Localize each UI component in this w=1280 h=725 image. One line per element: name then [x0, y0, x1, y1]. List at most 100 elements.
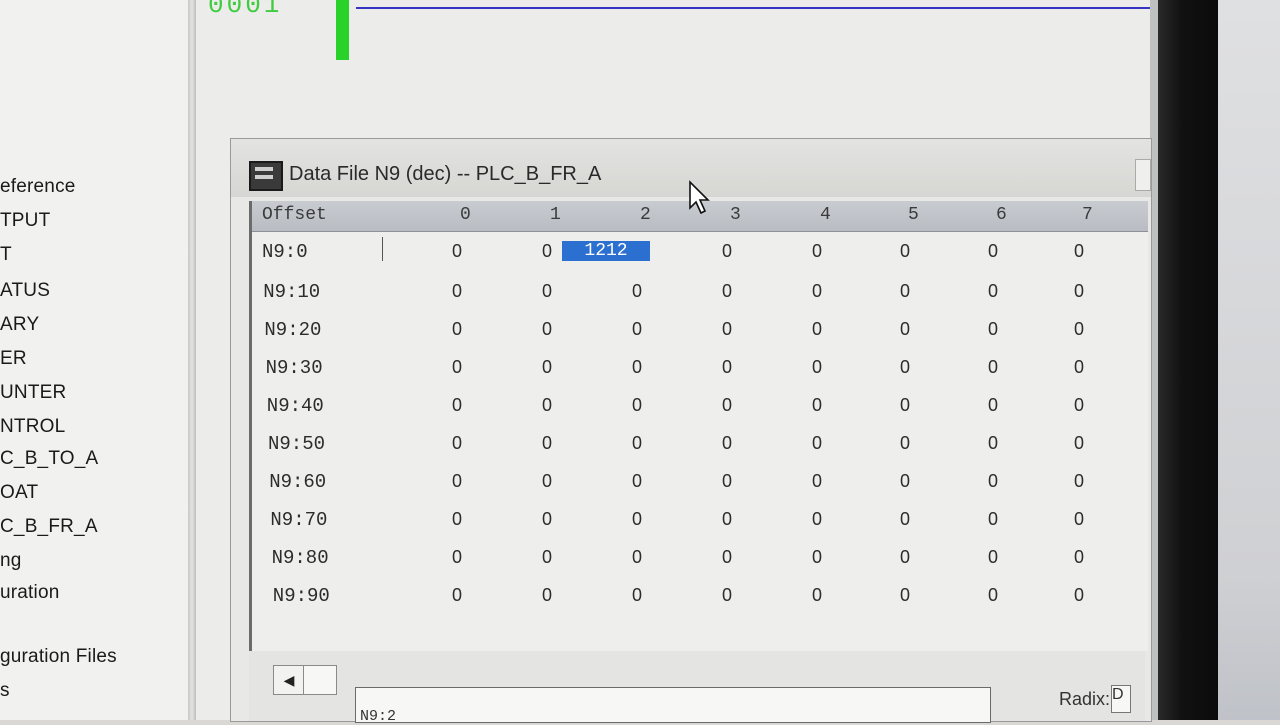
tree-item[interactable]: eference [0, 176, 76, 198]
data-cell[interactable]: 0 [752, 357, 822, 378]
data-cell[interactable]: 0 [1014, 357, 1084, 378]
tree-item[interactable]: OAT [0, 482, 38, 504]
data-cell[interactable]: 0 [482, 585, 552, 606]
data-cell[interactable]: 0 [482, 281, 552, 302]
data-cell[interactable]: 0 [928, 319, 998, 340]
data-cell[interactable]: 0 [662, 319, 732, 340]
data-cell[interactable]: 0 [1014, 547, 1084, 568]
data-cell[interactable]: 0 [752, 433, 822, 454]
data-cell[interactable]: 0 [482, 547, 552, 568]
data-cell[interactable]: 0 [840, 357, 910, 378]
data-cell[interactable]: 0 [840, 547, 910, 568]
data-cell[interactable]: 0 [482, 395, 552, 416]
data-cell[interactable]: 0 [840, 241, 910, 262]
data-cell[interactable]: 0 [1014, 319, 1084, 340]
panel-splitter[interactable] [188, 0, 196, 720]
data-cell[interactable]: 0 [752, 509, 822, 530]
data-cell[interactable]: 0 [1014, 433, 1084, 454]
horizontal-scroll-thumb[interactable] [303, 665, 337, 695]
data-cell[interactable]: 0 [1014, 585, 1084, 606]
data-cell[interactable]: 0 [752, 395, 822, 416]
data-cell[interactable]: 0 [572, 319, 642, 340]
data-cell[interactable]: 0 [572, 471, 642, 492]
data-cell[interactable]: 0 [392, 395, 462, 416]
data-cell[interactable]: 0 [928, 433, 998, 454]
data-cell[interactable]: 0 [928, 395, 998, 416]
data-cell[interactable]: 0 [928, 281, 998, 302]
data-cell[interactable]: 0 [752, 241, 822, 262]
data-cell[interactable]: 0 [840, 433, 910, 454]
tree-item[interactable]: ER [0, 348, 27, 370]
data-cell[interactable]: 0 [662, 395, 732, 416]
tree-item[interactable]: UNTER [0, 382, 66, 404]
tree-item[interactable]: T [0, 244, 12, 266]
address-field[interactable]: N9:2 [355, 687, 991, 725]
data-cell[interactable]: 0 [392, 433, 462, 454]
data-cell[interactable]: 0 [752, 281, 822, 302]
data-cell[interactable]: 0 [392, 319, 462, 340]
data-cell[interactable]: 0 [482, 357, 552, 378]
data-cell[interactable]: 0 [392, 509, 462, 530]
data-cell[interactable]: 0 [572, 281, 642, 302]
data-cell[interactable]: 0 [1014, 471, 1084, 492]
data-cell[interactable]: 0 [840, 395, 910, 416]
tree-item[interactable]: ATUS [0, 280, 50, 302]
data-cell[interactable]: 0 [662, 585, 732, 606]
data-cell[interactable]: 0 [572, 357, 642, 378]
data-cell[interactable]: 0 [572, 509, 642, 530]
data-cell[interactable]: 0 [662, 281, 732, 302]
data-cell[interactable]: 0 [928, 471, 998, 492]
data-cell[interactable]: 0 [928, 357, 998, 378]
data-cell[interactable]: 0 [572, 547, 642, 568]
data-cell[interactable]: 0 [662, 241, 732, 262]
data-cell[interactable]: 0 [662, 547, 732, 568]
data-cell[interactable]: 0 [662, 509, 732, 530]
data-cell[interactable]: 0 [840, 509, 910, 530]
tree-item[interactable]: TPUT [0, 210, 50, 232]
data-cell[interactable]: 0 [928, 585, 998, 606]
data-cell[interactable]: 0 [662, 471, 732, 492]
data-cell[interactable]: 0 [482, 433, 552, 454]
data-cell[interactable]: 0 [840, 319, 910, 340]
data-cell[interactable]: 0 [392, 547, 462, 568]
tree-item[interactable]: C_B_FR_A [0, 516, 98, 538]
data-cell[interactable]: 0 [1014, 281, 1084, 302]
data-cell[interactable]: 0 [840, 281, 910, 302]
data-cell[interactable]: 0 [392, 585, 462, 606]
window-control-button[interactable] [1135, 159, 1151, 191]
data-cell[interactable]: 0 [572, 433, 642, 454]
data-cell[interactable]: 0 [752, 585, 822, 606]
tree-item[interactable]: guration Files [0, 646, 117, 668]
data-cell[interactable]: 0 [928, 547, 998, 568]
tree-item[interactable]: ng [0, 550, 22, 572]
data-cell[interactable]: 0 [392, 281, 462, 302]
tree-item[interactable]: uration [0, 582, 60, 604]
data-cell[interactable]: 0 [1014, 509, 1084, 530]
data-cell[interactable]: 0 [840, 471, 910, 492]
data-cell[interactable]: 0 [928, 509, 998, 530]
data-cell[interactable]: 0 [752, 471, 822, 492]
tree-item[interactable]: s [0, 680, 10, 702]
data-cell[interactable]: 0 [392, 471, 462, 492]
radix-select[interactable]: D [1111, 685, 1131, 713]
data-cell[interactable]: 0 [662, 433, 732, 454]
data-cell[interactable]: 0 [840, 585, 910, 606]
data-cell[interactable]: 0 [752, 319, 822, 340]
tree-item[interactable]: C_B_TO_A [0, 448, 98, 470]
data-cell[interactable]: 0 [572, 585, 642, 606]
data-cell[interactable]: 0 [572, 395, 642, 416]
data-cell[interactable]: 0 [392, 241, 462, 262]
data-cell[interactable]: 0 [482, 471, 552, 492]
data-cell[interactable]: 0 [752, 547, 822, 568]
scroll-left-button[interactable]: ◀ [273, 665, 305, 695]
tree-item[interactable]: NTROL [0, 416, 65, 438]
data-cell[interactable]: 0 [392, 357, 462, 378]
tree-item[interactable]: ARY [0, 314, 39, 336]
data-cell[interactable]: 0 [662, 357, 732, 378]
data-cell[interactable]: 0 [482, 509, 552, 530]
data-cell[interactable]: 0 [928, 241, 998, 262]
data-cell[interactable]: 0 [482, 319, 552, 340]
data-cell[interactable]: 0 [1014, 241, 1084, 262]
selected-data-cell[interactable]: 1212 [562, 241, 650, 261]
data-cell[interactable]: 0 [1014, 395, 1084, 416]
